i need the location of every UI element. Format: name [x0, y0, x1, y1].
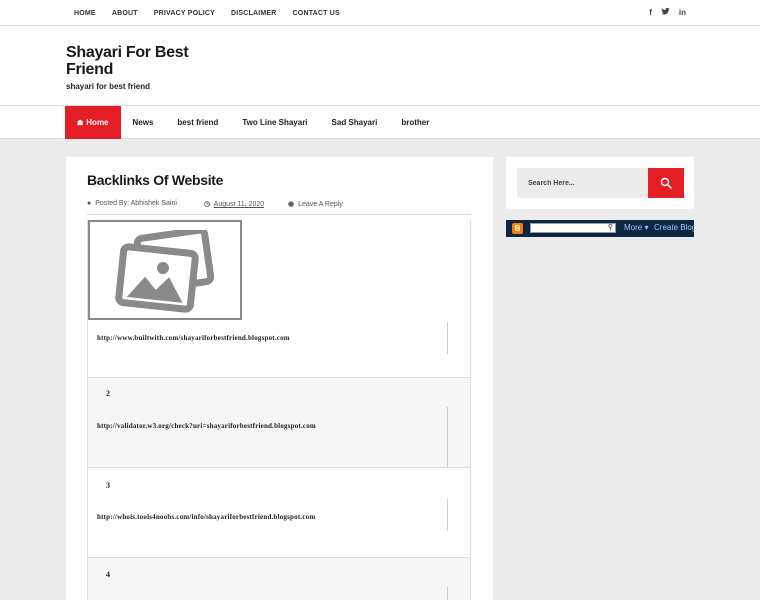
- comment-icon: ◉: [288, 201, 295, 208]
- search-input[interactable]: [517, 168, 648, 198]
- nav-item-sad-shayari[interactable]: Sad Shayari: [320, 106, 390, 139]
- post-date-link[interactable]: August 11, 2020: [214, 201, 264, 208]
- image-placeholder-icon: [115, 230, 215, 313]
- create-blog-link[interactable]: Create Blog: [654, 223, 694, 232]
- row-divider: [88, 467, 470, 468]
- post-date: ◷ August 11, 2020: [204, 200, 288, 214]
- post-reply: ◉ Leave A Reply: [288, 200, 343, 214]
- table-row: 3 http://whois.tools4noobs.com/info/shay…: [88, 467, 470, 557]
- row-number: 3: [106, 481, 110, 490]
- main-nav: ☗ Home News best friend Two Line Shayari…: [0, 106, 760, 139]
- top-bar: HOME ABOUT PRIVACY POLICY DISCLAIMER CON…: [0, 0, 760, 26]
- post-meta: ● Posted By: Abhishek Saini ◷ August 11,…: [87, 200, 471, 215]
- row-number: 4: [106, 570, 110, 579]
- blogger-search-input[interactable]: ⚲: [530, 223, 616, 233]
- row-divider: [88, 377, 470, 378]
- post-card: Backlinks Of Website ● Posted By: Abhish…: [66, 157, 493, 600]
- image-placeholder: [88, 220, 242, 320]
- nav-item-best-friend[interactable]: best friend: [165, 106, 230, 139]
- row-number: 2: [106, 389, 110, 398]
- leave-reply-link[interactable]: Leave A Reply: [298, 201, 343, 208]
- nav-item-two-line-shayari[interactable]: Two Line Shayari: [230, 106, 319, 139]
- blogger-more-menu[interactable]: More ▾: [624, 223, 648, 232]
- topnav-disclaimer[interactable]: DISCLAIMER: [231, 10, 277, 17]
- cell-divider: [447, 499, 448, 531]
- topnav-about[interactable]: ABOUT: [112, 10, 138, 17]
- posted-by-label: Posted By:: [95, 200, 130, 207]
- twitter-icon[interactable]: [661, 7, 670, 20]
- post-title[interactable]: Backlinks Of Website: [87, 172, 223, 188]
- table-row: http://www.builtwith.com/shayariforbestf…: [88, 320, 470, 377]
- search-widget: [506, 157, 694, 209]
- nav-item-brother[interactable]: brother: [389, 106, 441, 139]
- blogger-navbar: B ⚲ More ▾ Create Blog: [506, 220, 694, 237]
- row-divider: [88, 557, 470, 558]
- clock-icon: ◷: [204, 201, 211, 208]
- post-content: http://www.builtwith.com/shayariforbestf…: [87, 220, 471, 600]
- search-button[interactable]: [648, 168, 684, 198]
- linkedin-icon[interactable]: in: [679, 7, 686, 20]
- user-icon: ●: [87, 200, 92, 207]
- social-links: f in: [649, 7, 686, 20]
- search-icon: [660, 177, 672, 189]
- site-title[interactable]: Shayari For Best Friend: [66, 44, 216, 78]
- cell-divider: [447, 322, 448, 354]
- nav-item-news[interactable]: News: [121, 106, 166, 139]
- facebook-icon[interactable]: f: [649, 7, 652, 20]
- backlink-url[interactable]: http://whois.tools4noobs.com/info/shayar…: [97, 513, 315, 521]
- topnav-home[interactable]: HOME: [74, 10, 96, 17]
- backlink-url[interactable]: http://www.builtwith.com/shayariforbestf…: [97, 334, 290, 342]
- cell-divider: [447, 587, 448, 600]
- nav-item-home[interactable]: ☗ Home: [65, 106, 121, 139]
- nav-item-label: Home: [86, 118, 109, 127]
- site-tagline: shayari for best friend: [66, 82, 151, 91]
- top-nav: HOME ABOUT PRIVACY POLICY DISCLAIMER CON…: [66, 0, 356, 26]
- author-name[interactable]: Abhishek Saini: [131, 200, 177, 207]
- site-header: Shayari For Best Friend shayari for best…: [0, 26, 760, 106]
- home-icon: ☗: [77, 119, 84, 127]
- topnav-contact-us[interactable]: CONTACT US: [293, 10, 340, 17]
- table-row: 2 http://validator.w3.org/check?uri=shay…: [88, 377, 470, 467]
- blogger-logo-icon[interactable]: B: [512, 223, 523, 234]
- backlink-url[interactable]: http://validator.w3.org/check?uri=shayar…: [97, 422, 316, 430]
- post-author: ● Posted By: Abhishek Saini: [87, 200, 204, 214]
- search-icon[interactable]: ⚲: [608, 223, 613, 231]
- cell-divider: [447, 407, 448, 467]
- topnav-privacy-policy[interactable]: PRIVACY POLICY: [154, 10, 215, 17]
- table-row: 4: [88, 557, 470, 600]
